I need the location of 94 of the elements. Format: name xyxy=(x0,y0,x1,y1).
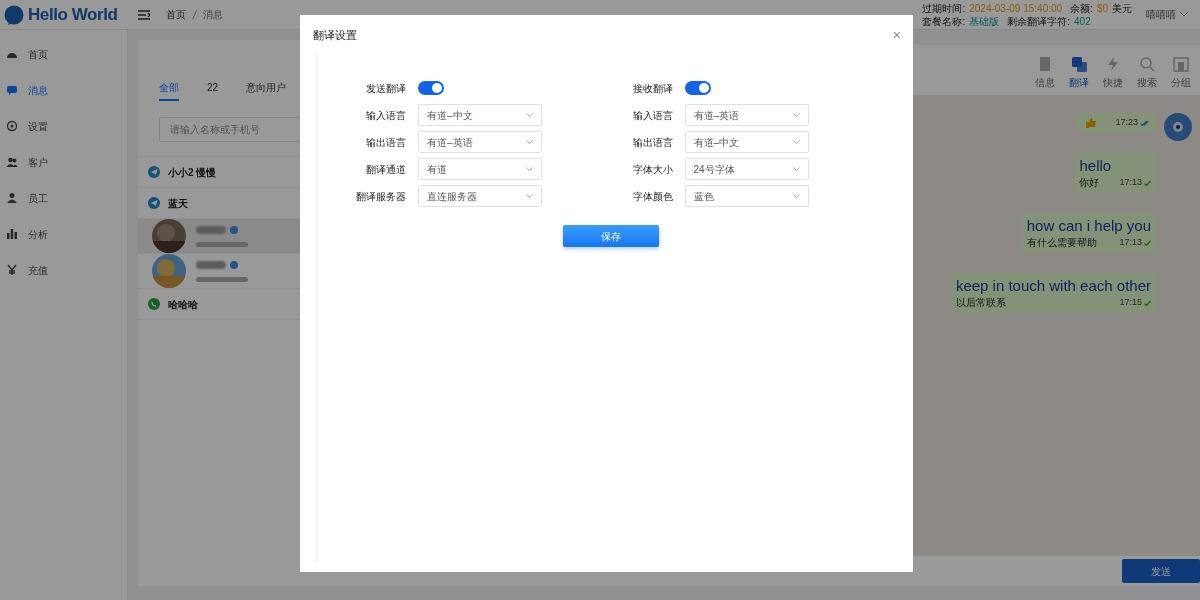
toggle-switch[interactable] xyxy=(418,81,444,95)
nav-item[interactable]: 消息 xyxy=(0,72,127,108)
translated-text: 以后常联系 xyxy=(955,295,1006,310)
toggle-switch[interactable] xyxy=(684,81,711,95)
chevron-down-icon xyxy=(792,167,800,171)
dialog-title: 翻译设置 xyxy=(313,27,357,43)
avatar-icon xyxy=(1164,113,1192,141)
close-button[interactable]: × xyxy=(892,28,901,42)
balance-label: 余额: xyxy=(1070,1,1093,15)
currency-label: 美元 xyxy=(1112,1,1132,15)
toolbar-button[interactable]: 快捷 xyxy=(1102,56,1124,90)
translated-text: 有什么需要帮助 xyxy=(1026,235,1097,250)
field-label: 字体颜色 xyxy=(631,189,673,204)
yen-icon xyxy=(6,264,18,276)
nav-item[interactable]: 首页 xyxy=(0,36,127,72)
tab[interactable]: 全部 xyxy=(159,80,179,101)
user-name[interactable]: 嘻嘻嘻 xyxy=(1146,7,1176,22)
send-button[interactable]: 发送 xyxy=(1122,559,1200,583)
balance-value: $0 xyxy=(1096,1,1108,15)
thumbs-up-icon xyxy=(1085,117,1098,129)
nav-item[interactable]: 分析 xyxy=(0,216,127,252)
nav-item[interactable]: 员工 xyxy=(0,180,127,216)
caret-icon xyxy=(1180,12,1188,17)
paper-plane-icon xyxy=(148,197,160,209)
field-label: 接收翻译 xyxy=(631,81,673,96)
select-field[interactable]: 有道–中文 xyxy=(684,131,809,153)
lightning-icon xyxy=(1105,56,1121,72)
logo-text: Hello World xyxy=(28,3,118,26)
message-text: keep in touch with each other xyxy=(955,275,1151,295)
blurred-text xyxy=(196,276,248,282)
settings-icon xyxy=(6,120,18,132)
chevron-down-icon xyxy=(792,113,800,117)
blurred-text xyxy=(196,241,248,247)
user-icon xyxy=(6,192,18,204)
chevron-down-icon xyxy=(526,194,533,198)
tab[interactable]: 22 xyxy=(207,80,219,101)
search-icon xyxy=(1139,56,1155,72)
message-time: 17:15 xyxy=(1119,296,1142,309)
expiry-label: 过期时间: xyxy=(922,1,966,15)
message-text: how can i help you xyxy=(1026,215,1151,235)
group-icon xyxy=(1173,56,1189,72)
chevron-down-icon xyxy=(526,167,533,171)
breadcrumb-link[interactable]: 首页 xyxy=(166,7,186,22)
toolbar-button[interactable]: 搜索 xyxy=(1136,56,1158,90)
chevron-down-icon xyxy=(792,140,800,144)
paper-plane-icon xyxy=(148,166,160,178)
menu-icon xyxy=(138,9,150,20)
verified-icon xyxy=(230,225,238,234)
users-icon xyxy=(6,156,18,168)
blurred-name xyxy=(196,260,226,269)
field-label: 发送翻译 xyxy=(365,81,406,96)
expiry-value: 2024-03-09 15:40:00 xyxy=(969,1,1063,15)
toolbar-button[interactable]: 分组 xyxy=(1170,56,1192,90)
select-field[interactable]: 24号字体 xyxy=(684,158,809,180)
field-label: 输入语言 xyxy=(631,108,673,123)
chevron-down-icon xyxy=(526,140,533,144)
plan-value: 基础版 xyxy=(969,14,1000,28)
chevron-down-icon xyxy=(526,113,533,117)
select-field[interactable]: 有道–英语 xyxy=(684,104,809,126)
bar-chart-icon xyxy=(6,228,18,240)
translated-text: 你好 xyxy=(1079,175,1100,190)
characters-value: 402 xyxy=(1074,14,1091,28)
breadcrumb-divider-icon xyxy=(192,9,197,20)
nav-item[interactable]: 设置 xyxy=(0,108,127,144)
verified-icon xyxy=(230,260,238,269)
field-label: 翻译服务器 xyxy=(355,189,406,204)
message-time: 17:23 xyxy=(1115,116,1138,129)
nav-item[interactable]: 充值 xyxy=(0,252,127,288)
logo-icon xyxy=(4,4,24,25)
breadcrumb-link[interactable]: 消息 xyxy=(203,7,223,22)
select-field[interactable]: 直连服务器 xyxy=(418,185,542,207)
save-button[interactable]: 保存 xyxy=(562,225,659,247)
field-label: 翻译通道 xyxy=(365,162,406,177)
blurred-name xyxy=(196,225,226,234)
characters-label: 剩余翻译字符: xyxy=(1007,14,1070,28)
translate-icon xyxy=(1071,56,1087,72)
message-time: 17:13 xyxy=(1119,236,1142,249)
field-label: 输出语言 xyxy=(631,135,673,150)
message-text: hello xyxy=(1079,155,1113,175)
tab[interactable]: 意向用户 xyxy=(246,80,287,101)
toolbar-button[interactable]: 信息 xyxy=(1034,56,1056,90)
chat-bubble-icon xyxy=(6,84,18,96)
nav-item[interactable]: 客户 xyxy=(0,144,127,180)
plan-label: 套餐名称: xyxy=(922,14,966,28)
chevron-down-icon xyxy=(792,194,800,198)
select-field[interactable]: 有道–英语 xyxy=(418,131,542,153)
select-field[interactable]: 蓝色 xyxy=(684,185,809,207)
select-field[interactable]: 有道 xyxy=(418,158,542,180)
select-field[interactable]: 有道–中文 xyxy=(418,104,542,126)
info-icon xyxy=(1037,56,1053,72)
phone-bubble-icon xyxy=(148,298,160,310)
toolbar-button[interactable]: 翻译 xyxy=(1068,56,1090,90)
message-time: 17:13 xyxy=(1119,176,1142,189)
field-label: 字体大小 xyxy=(631,162,673,177)
